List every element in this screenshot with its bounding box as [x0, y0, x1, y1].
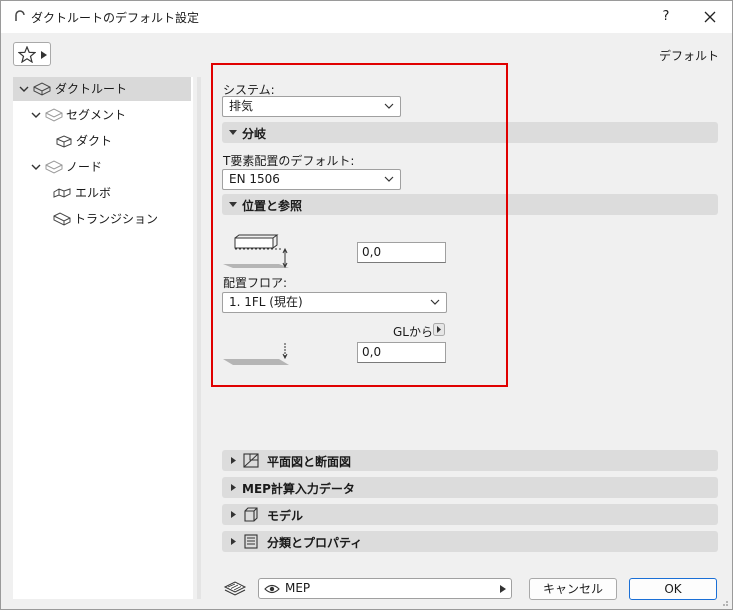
t-element-select-value: EN 1506 [229, 172, 280, 186]
dialog-window: ダクトルートのデフォルト設定 ? デフォルト ダクトルート セグメント ダクト [0, 0, 733, 610]
model-icon [244, 507, 258, 522]
duct-icon [56, 135, 72, 148]
tree-item-segment[interactable]: セグメント [13, 103, 191, 127]
triangle-right-icon [231, 484, 236, 491]
tree-label: エルボ [75, 186, 112, 200]
chevron-down-icon [430, 299, 440, 305]
window-title: ダクトルートのデフォルト設定 [31, 11, 200, 25]
title-bar: ダクトルートのデフォルト設定 ? [1, 1, 732, 33]
pane-splitter[interactable] [197, 77, 201, 599]
system-select-value: 排気 [229, 99, 254, 113]
gl-offset-input[interactable]: 0,0 [357, 342, 446, 363]
triangle-down-icon [229, 202, 237, 207]
layers-icon [223, 581, 247, 596]
tree-item-duct-route[interactable]: ダクトルート [13, 77, 191, 101]
tree-label: トランジション [74, 212, 159, 226]
tree-item-transition[interactable]: トランジション [13, 207, 191, 231]
t-element-select[interactable]: EN 1506 [222, 169, 401, 190]
section-label: 分類とプロパティ [267, 536, 363, 550]
chevron-down-icon[interactable] [18, 77, 30, 101]
section-model[interactable]: モデル [222, 504, 718, 525]
floor-plan-icon [243, 453, 259, 468]
view-select[interactable]: MEP [258, 578, 512, 599]
floor-label: 配置フロア: [223, 276, 288, 290]
elbow-icon [53, 188, 71, 198]
tree-label: セグメント [66, 108, 127, 122]
star-icon [18, 46, 36, 63]
t-element-label: T要素配置のデフォルト: [223, 154, 355, 168]
caret-right-icon[interactable] [433, 323, 445, 336]
segment-icon [45, 108, 63, 122]
chevron-down-icon[interactable] [30, 155, 42, 179]
level-diagram-icon [223, 343, 289, 365]
help-button[interactable]: ? [651, 5, 681, 29]
eye-icon [264, 584, 280, 594]
default-label: デフォルト [658, 49, 719, 63]
section-floor-plan[interactable]: 平面図と断面図 [222, 450, 718, 471]
triangle-right-icon [231, 538, 236, 545]
tree-item-duct[interactable]: ダクト [13, 129, 191, 153]
close-icon[interactable] [695, 5, 725, 29]
section-position[interactable]: 位置と参照 [222, 194, 718, 215]
section-label: 位置と参照 [242, 199, 303, 213]
resize-grip-icon[interactable] [719, 597, 729, 607]
app-icon [15, 10, 25, 21]
chevron-down-icon [384, 176, 394, 182]
settings-tree: ダクトルート セグメント ダクト ノード エルボ トランジション [13, 77, 193, 599]
section-branch[interactable]: 分岐 [222, 122, 718, 143]
section-classification[interactable]: 分類とプロパティ [222, 531, 718, 552]
tree-label: ダクトルート [55, 82, 128, 96]
tree-item-elbow[interactable]: エルボ [13, 181, 191, 205]
offset-diagram-icon [223, 234, 289, 269]
tree-item-node[interactable]: ノード [13, 155, 191, 179]
caret-right-icon [500, 585, 506, 593]
transition-icon [53, 212, 71, 226]
ok-button[interactable]: OK [629, 578, 717, 600]
view-select-value: MEP [285, 581, 311, 595]
duct-route-icon [33, 82, 51, 96]
section-label: モデル [267, 509, 304, 523]
classification-icon [244, 534, 258, 549]
triangle-right-icon [231, 511, 236, 518]
gl-label: GLから [393, 325, 433, 339]
offset-input[interactable]: 0,0 [357, 242, 446, 263]
caret-right-icon [41, 51, 47, 59]
chevron-down-icon[interactable] [30, 103, 42, 127]
section-label: 分岐 [242, 127, 267, 141]
floor-select[interactable]: 1. 1FL (現在) [222, 292, 447, 313]
section-mep-calc[interactable]: MEP計算入力データ [222, 477, 718, 498]
favorites-button[interactable] [13, 42, 51, 66]
node-icon [45, 160, 63, 174]
cancel-button[interactable]: キャンセル [529, 578, 617, 600]
system-select[interactable]: 排気 [222, 96, 401, 117]
triangle-down-icon [229, 130, 237, 135]
floor-select-value: 1. 1FL (現在) [229, 295, 303, 309]
section-label: 平面図と断面図 [267, 455, 352, 469]
tree-label: ダクト [76, 134, 113, 148]
chevron-down-icon [384, 103, 394, 109]
tree-label: ノード [66, 160, 103, 174]
section-label: MEP計算入力データ [242, 482, 355, 496]
triangle-right-icon [231, 457, 236, 464]
